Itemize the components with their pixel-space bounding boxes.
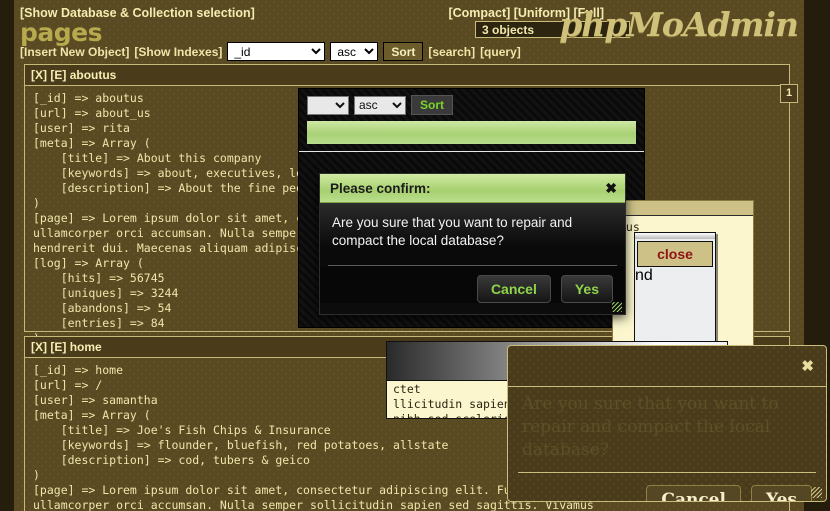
brown-dialog-buttons: Cancel Yes	[508, 473, 826, 502]
confirm-modal-message: Are you sure that you want to repair and…	[320, 203, 625, 265]
delete-document-link[interactable]: [X]	[31, 340, 47, 354]
top-toolbar: [Show Database & Collection selection] p…	[14, 0, 804, 62]
sort-button[interactable]: Sort	[383, 42, 423, 61]
app-logo: phpMoAdmin	[559, 8, 798, 41]
sort-field-select[interactable]: _id	[227, 42, 325, 61]
edit-document-link[interactable]: [E]	[50, 68, 66, 82]
brown-yes-button[interactable]: Yes	[751, 485, 812, 502]
document-name: home	[70, 340, 102, 354]
dark-panel-divider	[299, 151, 644, 152]
resize-handle-icon[interactable]	[612, 302, 622, 312]
brown-cancel-button[interactable]: Cancel	[646, 485, 741, 502]
close-button[interactable]: close	[637, 241, 713, 267]
document-header: [X] [E] aboutus	[25, 65, 789, 86]
close-dialog-window: close nd	[634, 232, 716, 359]
insert-new-object-link[interactable]: [Insert New Object]	[20, 45, 129, 59]
search-link[interactable]: [search]	[428, 45, 475, 59]
close-icon[interactable]: ✖	[801, 357, 814, 375]
dark-sort-field-select[interactable]	[307, 96, 349, 115]
brown-confirm-dialog: ✖ Are you sure that you want to repair a…	[507, 345, 827, 502]
dark-sort-button[interactable]: Sort	[411, 95, 453, 115]
confirm-modal-buttons: Cancel Yes	[320, 266, 625, 303]
confirm-modal: Please confirm: ✖ Are you sure that you …	[319, 173, 626, 315]
brown-dialog-message: Are you sure that you want to repair and…	[508, 387, 826, 468]
edit-document-link[interactable]: [E]	[50, 340, 66, 354]
dark-sort-order-select[interactable]: asc	[354, 96, 406, 115]
close-icon[interactable]: ✖	[605, 181, 617, 195]
confirm-modal-title: Please confirm:	[330, 181, 431, 196]
confirm-yes-button[interactable]: Yes	[561, 275, 613, 303]
show-indexes-link[interactable]: [Show Indexes]	[134, 45, 222, 59]
delete-document-link[interactable]: [X]	[31, 68, 47, 82]
sort-order-select[interactable]: asc	[330, 42, 378, 61]
document-name: aboutus	[70, 68, 117, 82]
left-gutter	[0, 0, 14, 511]
dark-panel-green-bar	[307, 121, 636, 144]
query-link[interactable]: [query]	[480, 45, 521, 59]
dark-toolbar-row: asc Sort	[299, 89, 644, 115]
close-dialog-titlebar[interactable]	[635, 233, 715, 239]
resize-handle-icon[interactable]	[811, 487, 822, 498]
close-dialog-text: nd	[635, 267, 715, 285]
brown-dialog-header: ✖	[508, 346, 826, 387]
toolbar-row: [Insert New Object] [Show Indexes] _id a…	[20, 42, 521, 61]
result-count-badge: 1	[780, 84, 798, 103]
cream-panel-header	[613, 201, 753, 216]
app-background: [Show Database & Collection selection] p…	[0, 0, 830, 511]
confirm-cancel-button[interactable]: Cancel	[477, 275, 551, 303]
confirm-modal-header: Please confirm: ✖	[320, 174, 625, 203]
